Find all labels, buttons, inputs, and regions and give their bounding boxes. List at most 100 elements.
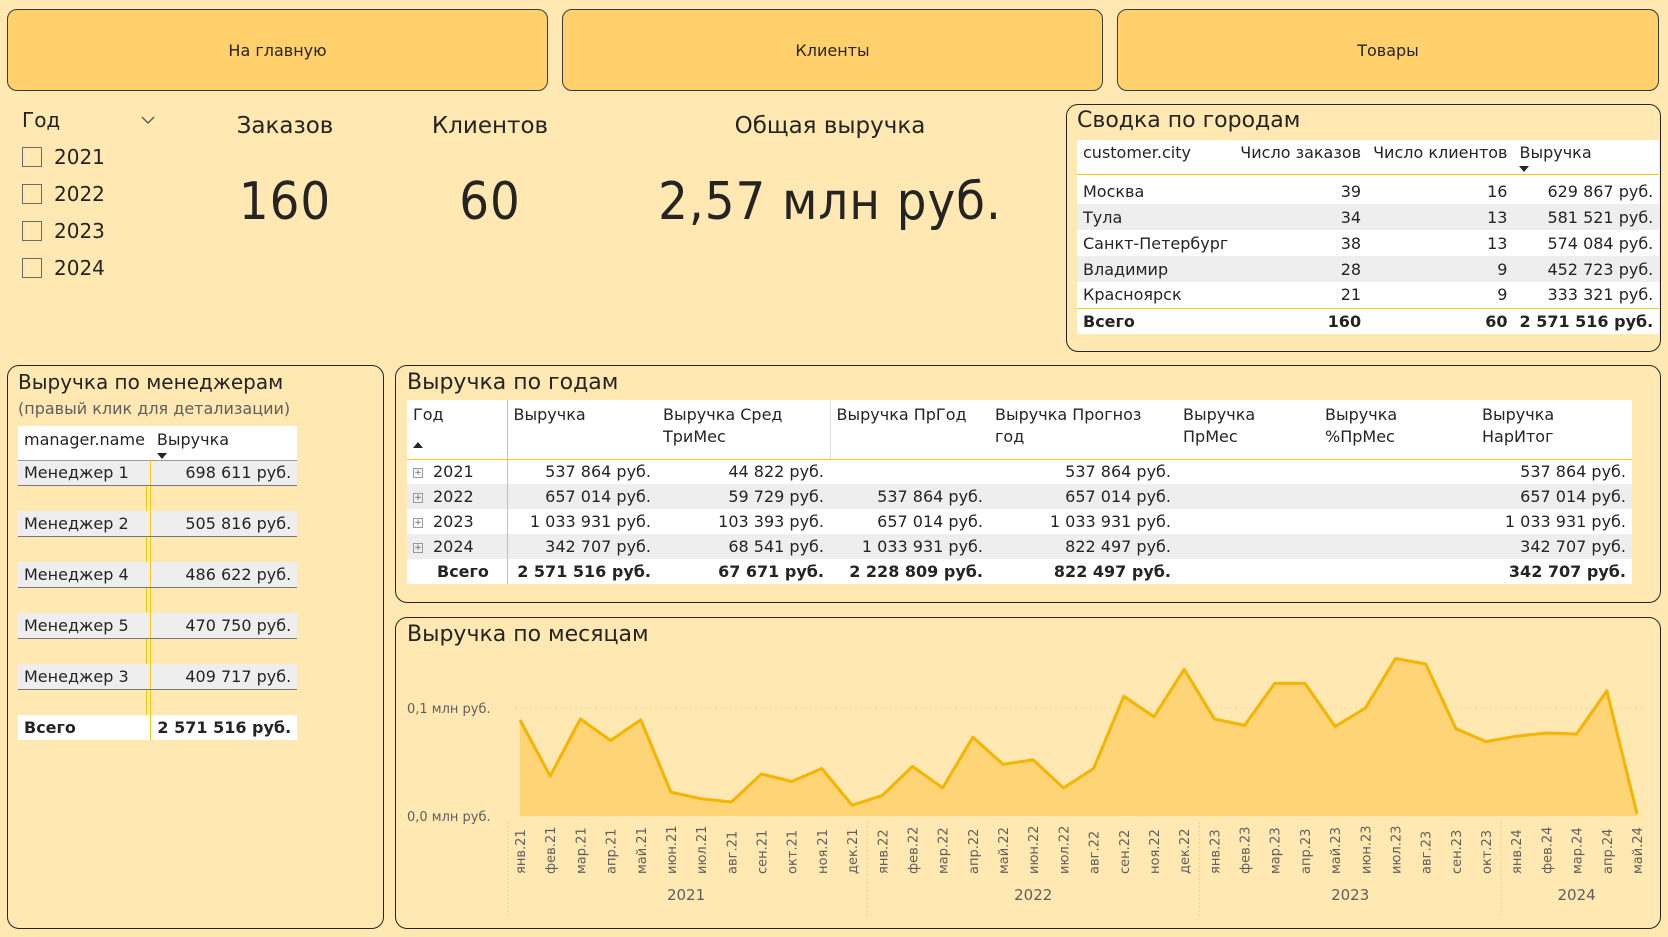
monthly-revenue-chart: 0,0 млн руб. 0,1 млн руб. янв.21 фев.21 мар.… [407, 657, 1646, 916]
x-tick-label: апр.24 [1601, 829, 1616, 874]
chevron-down-icon[interactable] [141, 113, 155, 127]
checkbox-icon[interactable] [22, 257, 42, 278]
x-tick-label: сен.21 [756, 830, 771, 874]
x-tick-label: мар.23 [1269, 827, 1284, 874]
column-header[interactable]: Число клиентов [1367, 140, 1514, 175]
revenue-card-value: 2,57 млн руб. [658, 172, 1002, 232]
city-table: customer.city Число заказов Число клиент… [1077, 140, 1660, 334]
x-tick-label: июл.21 [695, 826, 710, 874]
years-title: Выручка по годам [407, 370, 619, 395]
expand-icon[interactable]: + [413, 492, 423, 503]
orders-card-title: Заказов [236, 113, 334, 139]
y-tick-label: 0,0 млн руб. [407, 810, 491, 825]
city-summary-title: Сводка по городам [1077, 108, 1301, 133]
table-total-row: Всего 160 60 2 571 516 руб. [1077, 307, 1660, 334]
table-row[interactable]: +2023 1 033 931 руб. 103 393 руб. 657 014 р… [407, 509, 1632, 534]
table-total-row: Всего 2 571 516 руб. 67 671 руб. 2 228 809 … [407, 559, 1632, 584]
column-header-sorted[interactable]: Выручка [150, 426, 298, 460]
x-tick-label: дек.22 [1178, 828, 1193, 874]
table-row[interactable]: Менеджер 4 486 622 руб. [18, 562, 298, 588]
x-tick-label: сен.23 [1450, 830, 1465, 874]
slicer-title: Год [22, 108, 61, 132]
column-header[interactable]: Число заказов [1234, 140, 1368, 175]
table-row[interactable]: +2022 657 014 руб. 59 729 руб. 537 864 руб.… [407, 484, 1632, 509]
table-row[interactable]: Менеджер 2 505 816 руб. [18, 511, 298, 537]
column-header[interactable]: manager.name [18, 426, 151, 460]
column-header[interactable]: Выручка Сред ТриМес [657, 400, 831, 460]
x-tick-label: мар.21 [574, 827, 589, 874]
x-tick-label: май.21 [635, 827, 650, 874]
area-fill [520, 658, 1637, 816]
slicer-item-2021[interactable]: 2021 [22, 144, 157, 169]
sort-desc-icon [1519, 166, 1530, 172]
table-row[interactable]: +2021 537 864 руб. 44 822 руб. 537 864 руб.… [407, 459, 1632, 484]
x-tick-label: фев.21 [544, 827, 559, 874]
x-tick-label: фев.24 [1540, 827, 1555, 874]
y-tick-label: 0,1 млн руб. [407, 702, 491, 717]
column-header[interactable]: Выручка %ПрМес [1319, 400, 1476, 460]
x-tick-label: май.22 [997, 827, 1012, 874]
x-tick-label: июн.22 [1027, 825, 1042, 874]
table-row[interactable]: Менеджер 3 409 717 руб. [18, 664, 298, 690]
table-row[interactable]: Москва 39 16 629 867 руб. [1077, 178, 1660, 204]
x-group-label: 2024 [1558, 886, 1596, 904]
x-tick-label: апр.23 [1299, 829, 1314, 874]
expand-icon[interactable]: + [413, 467, 423, 478]
year-slicer: Год 2021 2022 2023 2024 [22, 108, 157, 288]
x-tick-label: апр.21 [605, 829, 620, 874]
table-row[interactable]: Владимир 28 9 452 723 руб. [1077, 256, 1660, 282]
table-row[interactable]: Красноярск 21 9 333 321 руб. [1077, 282, 1660, 308]
table-row[interactable]: Тула 34 13 581 521 руб. [1077, 204, 1660, 230]
clients-button[interactable]: Клиенты [562, 9, 1103, 91]
column-header[interactable]: Выручка НарИтог [1476, 400, 1632, 460]
x-tick-label: окт.23 [1480, 830, 1495, 874]
table-header: Год Выручка Выручка Сред ТриМес Выручка … [407, 400, 1632, 460]
column-header[interactable]: Выручка ПрМес [1177, 400, 1319, 460]
home-button[interactable]: На главную [7, 9, 548, 91]
x-tick-label: окт.21 [786, 830, 801, 874]
table-row[interactable]: Менеджер 5 470 750 руб. [18, 613, 298, 639]
table-row[interactable]: Санкт-Петербург 38 13 574 084 руб. [1077, 230, 1660, 256]
clients-card-value: 60 [459, 172, 521, 232]
x-tick-label: мар.24 [1571, 827, 1586, 874]
managers-title: Выручка по менеджерам [18, 370, 284, 394]
clients-card-title: Клиентов [431, 113, 549, 139]
x-tick-label: янв.23 [1208, 829, 1223, 874]
x-group-label: 2023 [1331, 886, 1369, 904]
sort-asc-icon [413, 442, 423, 448]
checkbox-icon[interactable] [22, 183, 42, 204]
x-tick-label: июн.21 [665, 825, 680, 874]
column-header[interactable]: Выручка [507, 400, 657, 460]
column-header[interactable]: customer.city [1077, 140, 1235, 175]
table-row[interactable]: Менеджер 1 698 611 руб. [18, 459, 298, 486]
column-header[interactable]: Выручка Прогноз год [989, 400, 1177, 460]
x-tick-label: июл.23 [1389, 826, 1404, 874]
revenue-card-title: Общая выручка [734, 113, 926, 139]
x-tick-label: июл.22 [1057, 826, 1072, 874]
years-table: Год Выручка Выручка Сред ТриМес Выручка … [407, 400, 1632, 584]
managers-subtitle: (правый клик для детализации) [18, 399, 291, 418]
column-header-sorted[interactable]: Год [407, 400, 508, 460]
x-tick-label: ноя.22 [1148, 829, 1163, 874]
x-tick-label: мар.22 [937, 827, 952, 874]
x-tick-label: июн.23 [1359, 825, 1374, 874]
column-header-sorted[interactable]: Выручка [1513, 140, 1660, 175]
x-tick-label: янв.24 [1510, 829, 1525, 874]
slicer-item-2024[interactable]: 2024 [22, 255, 157, 280]
slicer-item-2022[interactable]: 2022 [22, 181, 157, 206]
x-tick-label: фев.22 [906, 827, 921, 874]
expand-icon[interactable]: + [413, 517, 423, 528]
column-header[interactable]: Выручка ПрГод [830, 400, 989, 460]
table-row[interactable]: +2024 342 707 руб. 68 541 руб. 1 033 931 ру… [407, 534, 1632, 559]
x-tick-label: сен.22 [1118, 830, 1133, 874]
x-tick-label: янв.22 [876, 829, 891, 874]
x-group-label: 2022 [1014, 886, 1052, 904]
checkbox-icon[interactable] [22, 220, 42, 241]
goods-button[interactable]: Товары [1117, 9, 1659, 91]
slicer-item-2023[interactable]: 2023 [22, 218, 157, 243]
checkbox-icon[interactable] [22, 146, 42, 167]
x-tick-label: янв.21 [514, 829, 529, 874]
expand-icon[interactable]: + [413, 542, 423, 553]
table-header: customer.city Число заказов Число клиент… [1077, 140, 1660, 175]
orders-card-value: 160 [238, 172, 332, 232]
